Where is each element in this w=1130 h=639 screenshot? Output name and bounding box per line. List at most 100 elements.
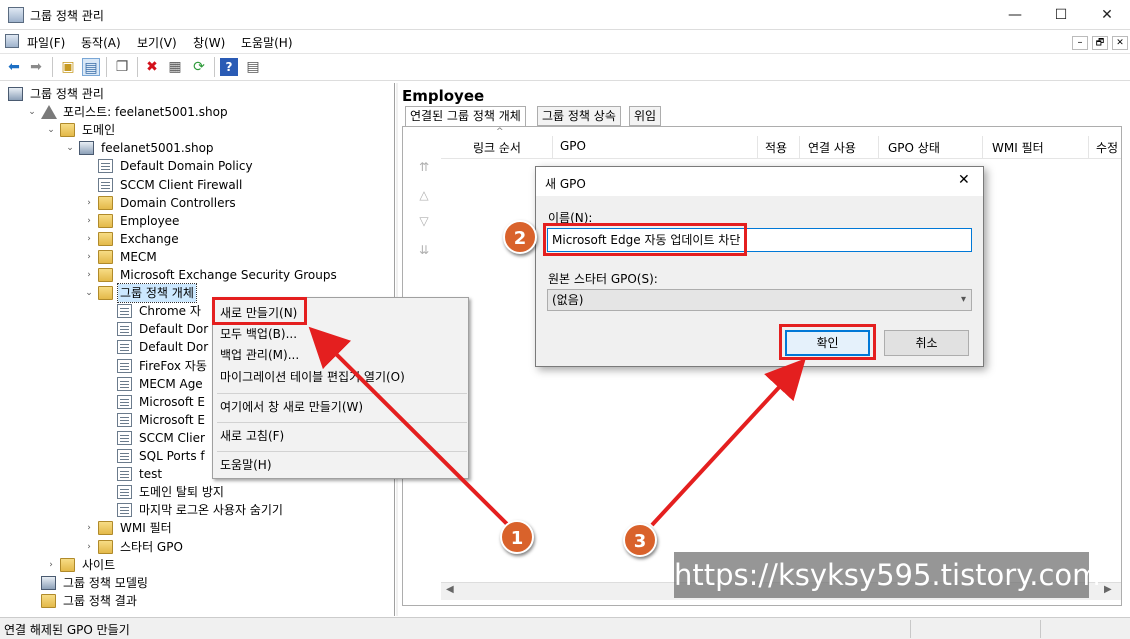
collapse-chevron-icon[interactable]: › bbox=[84, 519, 94, 537]
menu-window[interactable]: 창(W) bbox=[193, 34, 225, 51]
refresh-icon[interactable]: ⟳ bbox=[190, 58, 208, 76]
expand-chevron-icon[interactable]: ⌄ bbox=[27, 103, 37, 121]
collapse-chevron-icon[interactable]: › bbox=[84, 266, 94, 284]
menu-file[interactable]: 파일(F) bbox=[27, 34, 65, 51]
column-link-enabled[interactable]: 연결 사용 bbox=[808, 139, 856, 156]
column-modified[interactable]: 수정 bbox=[1096, 139, 1118, 156]
tree-item[interactable]: › 스타터 GPO bbox=[84, 538, 385, 556]
tree-item[interactable]: › Exchange bbox=[84, 230, 385, 248]
back-arrow-icon[interactable]: ⬅ bbox=[5, 58, 23, 76]
properties-icon[interactable]: ▦ bbox=[166, 58, 184, 76]
maximize-button[interactable]: ☐ bbox=[1038, 0, 1084, 30]
tab-inheritance[interactable]: 그룹 정책 상속 bbox=[537, 106, 621, 126]
column-separator[interactable] bbox=[757, 136, 758, 158]
column-separator[interactable] bbox=[1088, 136, 1089, 158]
move-top-icon[interactable]: ⇈ bbox=[416, 160, 432, 174]
tab-delegation[interactable]: 위임 bbox=[629, 106, 662, 126]
status-separator bbox=[1040, 620, 1041, 638]
expand-chevron-icon[interactable]: ⌄ bbox=[84, 284, 94, 302]
tree-item[interactable]: 도메인 탈퇴 방지 bbox=[103, 483, 385, 501]
delete-icon[interactable]: ✖ bbox=[143, 58, 161, 76]
collapse-chevron-icon[interactable]: › bbox=[84, 230, 94, 248]
column-gpo-status[interactable]: GPO 상태 bbox=[888, 139, 940, 156]
column-separator[interactable] bbox=[982, 136, 983, 158]
folder-icon bbox=[98, 249, 113, 264]
move-down-icon[interactable]: ▽ bbox=[416, 214, 432, 228]
tree-item[interactable]: › 사이트 bbox=[46, 556, 385, 574]
expand-chevron-icon[interactable]: ⌄ bbox=[46, 121, 56, 139]
column-gpo[interactable]: GPO bbox=[560, 139, 586, 153]
move-bottom-icon[interactable]: ⇊ bbox=[416, 243, 432, 257]
tree-item[interactable]: › Microsoft Exchange Security Groups bbox=[84, 266, 385, 284]
menu-item-manage-backups[interactable]: 백업 관리(M)... bbox=[220, 346, 299, 364]
tree-item-label: 그룹 정책 개체 bbox=[117, 283, 197, 304]
menu-item-help[interactable]: 도움말(H) bbox=[220, 456, 272, 474]
menu-view[interactable]: 보기(V) bbox=[137, 34, 177, 51]
tree-item[interactable]: › Employee bbox=[84, 212, 385, 230]
column-link-order[interactable]: 링크 순서 bbox=[473, 139, 521, 156]
menu-help[interactable]: 도움말(H) bbox=[241, 34, 293, 51]
column-wmi-filter[interactable]: WMI 필터 bbox=[992, 139, 1044, 156]
mdi-minimize-button[interactable]: – bbox=[1072, 36, 1088, 50]
column-separator[interactable] bbox=[799, 136, 800, 158]
tree-item[interactable]: 그룹 정책 모델링 bbox=[27, 574, 385, 592]
mdi-restore-button[interactable]: 🗗 bbox=[1092, 36, 1108, 50]
tree-item[interactable]: 그룹 정책 관리 bbox=[8, 85, 385, 103]
expand-chevron-icon[interactable]: ⌄ bbox=[65, 139, 75, 157]
tree-item[interactable]: 그룹 정책 결과 bbox=[27, 592, 385, 610]
tree-item[interactable]: SCCM Client Firewall bbox=[84, 176, 385, 194]
tree-item[interactable]: › WMI 필터 bbox=[84, 519, 385, 537]
collapse-chevron-icon[interactable]: › bbox=[84, 538, 94, 556]
menu-action[interactable]: 동작(A) bbox=[81, 34, 121, 51]
tree-item-label: Chrome 자 bbox=[139, 304, 201, 319]
tree-item-label: 마지막 로그온 사용자 숨기기 bbox=[139, 503, 283, 518]
menu-item-new-window-from-here[interactable]: 여기에서 창 새로 만들기(W) bbox=[220, 398, 363, 416]
toolbar-separator bbox=[137, 57, 138, 77]
column-separator[interactable] bbox=[878, 136, 879, 158]
forward-arrow-icon[interactable]: ➡ bbox=[27, 58, 45, 76]
menu-item-migration-table-editor[interactable]: 마이그레이션 테이블 편집기 열기(O) bbox=[220, 368, 405, 386]
sort-indicator-icon: ^ bbox=[496, 127, 504, 137]
tab-linked-gpos[interactable]: 연결된 그룹 정책 개체 bbox=[405, 106, 526, 127]
gpo-icon bbox=[117, 358, 132, 373]
gpo-icon bbox=[117, 304, 132, 319]
tree-item-label: Domain Controllers bbox=[120, 195, 236, 210]
console-tree-icon[interactable]: ▤ bbox=[82, 58, 100, 76]
column-enforced[interactable]: 적용 bbox=[765, 139, 787, 156]
move-up-icon[interactable]: △ bbox=[416, 188, 432, 202]
gpo-icon bbox=[98, 177, 113, 192]
tree-item[interactable]: ⌄ feelanet5001.shop bbox=[65, 139, 385, 157]
copy-icon[interactable]: ❐ bbox=[113, 58, 131, 76]
column-separator[interactable] bbox=[552, 136, 553, 158]
folder-icon bbox=[98, 286, 113, 301]
help-icon[interactable]: ? bbox=[220, 58, 238, 76]
tree-item[interactable]: ⌄ 도메인 bbox=[46, 121, 385, 139]
folder-icon bbox=[98, 268, 113, 282]
scroll-right-icon[interactable]: ▶ bbox=[1104, 584, 1112, 595]
scroll-left-icon[interactable]: ◀ bbox=[446, 584, 454, 595]
close-button[interactable]: ✕ bbox=[1084, 0, 1130, 30]
cancel-button[interactable]: 취소 bbox=[884, 330, 969, 356]
tree-item-label: SCCM Clier bbox=[139, 430, 205, 445]
folder-up-icon[interactable]: ▣ bbox=[59, 58, 77, 76]
tree-item[interactable]: Default Domain Policy bbox=[84, 157, 385, 175]
highlight-ok-button bbox=[779, 324, 876, 360]
tree-item[interactable]: › Domain Controllers bbox=[84, 194, 385, 212]
source-starter-gpo-select[interactable]: (없음) ▾ bbox=[547, 289, 972, 311]
minimize-button[interactable]: — bbox=[992, 0, 1038, 30]
console-menu-icon[interactable] bbox=[5, 34, 19, 48]
tree-item[interactable]: ⌄ 포리스트: feelanet5001.shop bbox=[27, 103, 385, 121]
tree-item[interactable]: 마지막 로그온 사용자 숨기기 bbox=[103, 501, 385, 519]
tree-item[interactable]: › MECM bbox=[84, 248, 385, 266]
dialog-close-button[interactable]: ✕ bbox=[958, 172, 970, 188]
collapse-chevron-icon[interactable]: › bbox=[84, 212, 94, 230]
menu-item-backup-all[interactable]: 모두 백업(B)... bbox=[220, 325, 297, 343]
menu-item-refresh[interactable]: 새로 고침(F) bbox=[220, 427, 284, 445]
collapse-chevron-icon[interactable]: › bbox=[84, 194, 94, 212]
collapse-chevron-icon[interactable]: › bbox=[46, 556, 56, 574]
export-icon[interactable]: ▤ bbox=[244, 58, 262, 76]
gpo-icon bbox=[117, 503, 132, 518]
collapse-chevron-icon[interactable]: › bbox=[84, 248, 94, 266]
status-bar: 연결 해제된 GPO 만들기 bbox=[0, 617, 1130, 639]
mdi-close-button[interactable]: ✕ bbox=[1112, 36, 1128, 50]
